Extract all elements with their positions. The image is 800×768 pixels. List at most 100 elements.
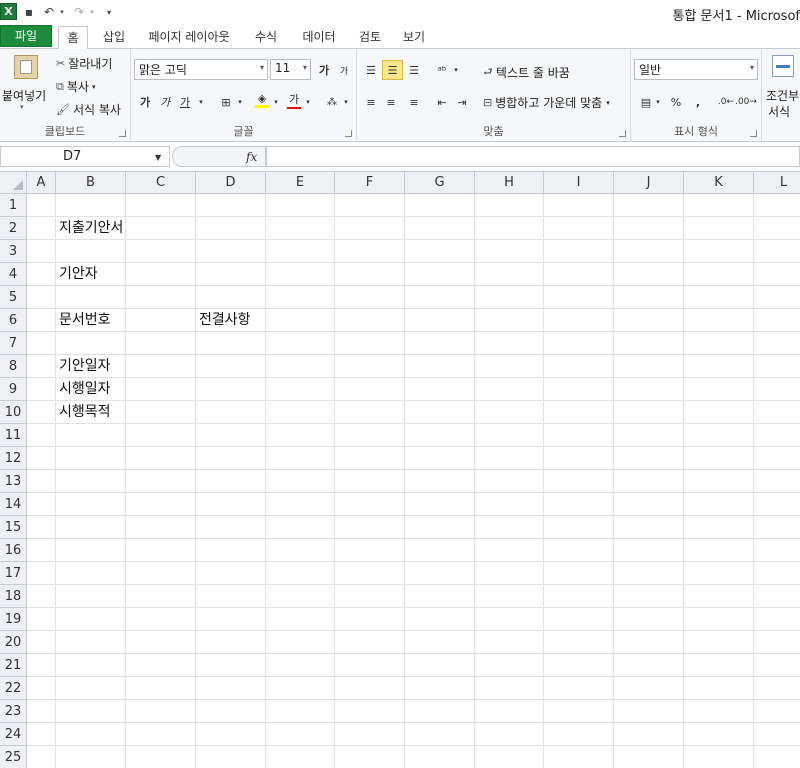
column-header-k[interactable]: K xyxy=(684,172,754,194)
row-header-5[interactable]: 5 xyxy=(0,286,27,309)
cell-b2[interactable]: 지출기안서 xyxy=(56,217,123,240)
save-icon[interactable]: ▪ xyxy=(22,3,36,21)
cell-b6[interactable]: 문서번호 xyxy=(56,309,111,332)
column-header-g[interactable]: G xyxy=(405,172,475,194)
align-center-icon[interactable]: ≡ xyxy=(382,93,400,111)
insert-function-button[interactable]: fx xyxy=(246,150,257,164)
paste-dropdown-icon[interactable]: ▾ xyxy=(20,103,24,111)
column-header-f[interactable]: F xyxy=(335,172,405,194)
clipboard-launcher-icon[interactable] xyxy=(119,130,126,137)
column-header-b[interactable]: B xyxy=(56,172,126,194)
row-header-9[interactable]: 9 xyxy=(0,378,27,401)
align-top-icon[interactable]: ☰ xyxy=(362,61,380,79)
redo-icon[interactable]: ↷ xyxy=(72,3,86,21)
borders-dropdown-icon[interactable]: ▾ xyxy=(235,93,245,111)
shrink-font-icon[interactable]: 가 xyxy=(335,61,353,79)
column-header-d[interactable]: D xyxy=(196,172,266,194)
align-middle-icon[interactable]: ☰ xyxy=(382,60,403,80)
column-header-l[interactable]: L xyxy=(754,172,800,194)
row-header-19[interactable]: 19 xyxy=(0,608,27,631)
tab-view[interactable]: 보기 xyxy=(396,26,432,49)
row-header-15[interactable]: 15 xyxy=(0,516,27,539)
copy-button[interactable]: ⧉ 복사 ▾ xyxy=(56,78,95,95)
worksheet-grid[interactable]: ABCDEFGHIJKL 1 2 3 4 5 6 7 8 9 10 11 12 13 14 15 16 17 18… xyxy=(0,172,800,768)
tab-data[interactable]: 데이터 xyxy=(294,26,344,49)
align-right-icon[interactable]: ≡ xyxy=(405,93,423,111)
row-header-24[interactable]: 24 xyxy=(0,723,27,746)
orientation-icon[interactable]: ᵃᵇ xyxy=(433,61,451,79)
tab-page-layout[interactable]: 페이지 레이아웃 xyxy=(138,26,240,49)
column-header-c[interactable]: C xyxy=(126,172,196,194)
font-size-select[interactable]: 11 ▾ xyxy=(270,59,311,80)
font-color-dropdown-icon[interactable]: ▾ xyxy=(303,93,313,111)
percent-button[interactable]: % xyxy=(667,93,685,111)
row-header-21[interactable]: 21 xyxy=(0,654,27,677)
underline-button[interactable]: 가 xyxy=(176,93,194,111)
row-header-3[interactable]: 3 xyxy=(0,240,27,263)
font-name-select[interactable]: 맑은 고딕 ▾ xyxy=(134,59,268,80)
column-header-a[interactable]: A xyxy=(27,172,56,194)
conditional-format-label-1[interactable]: 조건부 xyxy=(766,87,799,104)
row-header-14[interactable]: 14 xyxy=(0,493,27,516)
row-header-25[interactable]: 25 xyxy=(0,746,27,768)
row-header-2[interactable]: 2 xyxy=(0,217,27,240)
column-header-h[interactable]: H xyxy=(475,172,544,194)
alignment-launcher-icon[interactable] xyxy=(619,130,626,137)
format-painter-button[interactable]: 🖌 서식 복사 xyxy=(56,101,121,118)
row-header-4[interactable]: 4 xyxy=(0,263,27,286)
number-launcher-icon[interactable] xyxy=(750,130,757,137)
row-header-11[interactable]: 11 xyxy=(0,424,27,447)
grow-font-icon[interactable]: 가 xyxy=(315,61,333,79)
paste-icon[interactable] xyxy=(14,55,38,79)
paste-button[interactable]: 붙여넣기 xyxy=(2,87,46,104)
row-header-23[interactable]: 23 xyxy=(0,700,27,723)
accounting-dropdown-icon[interactable]: ▾ xyxy=(653,93,663,111)
italic-button[interactable]: 가 xyxy=(156,93,174,111)
tab-review[interactable]: 검토 xyxy=(352,26,388,49)
tab-insert[interactable]: 삽입 xyxy=(96,26,132,49)
merge-center-button[interactable]: ⊟ 병합하고 가운데 맞춤 ▾ xyxy=(483,94,610,111)
row-header-1[interactable]: 1 xyxy=(0,194,27,217)
customize-qat-icon[interactable]: ▾ xyxy=(104,3,114,21)
increase-decimal-icon[interactable]: .0← xyxy=(717,93,735,111)
row-header-22[interactable]: 22 xyxy=(0,677,27,700)
phonetic-dropdown-icon[interactable]: ▾ xyxy=(341,93,351,111)
comma-button[interactable]: , xyxy=(689,93,707,111)
underline-dropdown-icon[interactable]: ▾ xyxy=(196,93,206,111)
cell-b4[interactable]: 기안자 xyxy=(56,263,98,286)
align-left-icon[interactable]: ≡ xyxy=(362,93,380,111)
tab-file[interactable]: 파일 xyxy=(0,25,52,47)
row-header-16[interactable]: 16 xyxy=(0,539,27,562)
row-header-17[interactable]: 17 xyxy=(0,562,27,585)
orientation-dropdown-icon[interactable]: ▾ xyxy=(451,61,461,79)
undo-icon[interactable]: ↶ xyxy=(42,3,56,21)
row-header-13[interactable]: 13 xyxy=(0,470,27,493)
row-header-20[interactable]: 20 xyxy=(0,631,27,654)
cell-b9[interactable]: 시행일자 xyxy=(56,378,111,401)
cell-b10[interactable]: 시행목적 xyxy=(56,401,111,424)
fill-dropdown-icon[interactable]: ▾ xyxy=(271,93,281,111)
row-header-10[interactable]: 10 xyxy=(0,401,27,424)
cell-b8[interactable]: 기안일자 xyxy=(56,355,111,378)
increase-indent-icon[interactable]: ⇥ xyxy=(453,93,471,111)
row-header-7[interactable]: 7 xyxy=(0,332,27,355)
number-format-select[interactable]: 일반 ▾ xyxy=(634,59,758,80)
row-header-12[interactable]: 12 xyxy=(0,447,27,470)
wrap-text-button[interactable]: ⮐ 텍스트 줄 바꿈 xyxy=(483,63,570,82)
conditional-format-icon[interactable] xyxy=(772,55,794,77)
font-launcher-icon[interactable] xyxy=(345,130,352,137)
tab-formulas[interactable]: 수식 xyxy=(248,26,284,49)
bold-button[interactable]: 가 xyxy=(136,93,154,111)
column-header-e[interactable]: E xyxy=(266,172,335,194)
undo-dropdown-icon[interactable]: ▾ xyxy=(58,3,66,21)
cut-button[interactable]: ✂ 잘라내기 xyxy=(56,55,112,72)
tab-home[interactable]: 홈 xyxy=(58,26,88,50)
row-header-8[interactable]: 8 xyxy=(0,355,27,378)
phonetic-guide-icon[interactable]: ⁂ xyxy=(323,93,341,111)
formula-input[interactable] xyxy=(266,146,800,167)
column-header-i[interactable]: I xyxy=(544,172,614,194)
row-header-18[interactable]: 18 xyxy=(0,585,27,608)
name-box-dropdown-icon[interactable]: ▼ xyxy=(155,153,161,162)
row-header-6[interactable]: 6 xyxy=(0,309,27,332)
fill-color-button[interactable]: ◈ xyxy=(253,91,271,109)
